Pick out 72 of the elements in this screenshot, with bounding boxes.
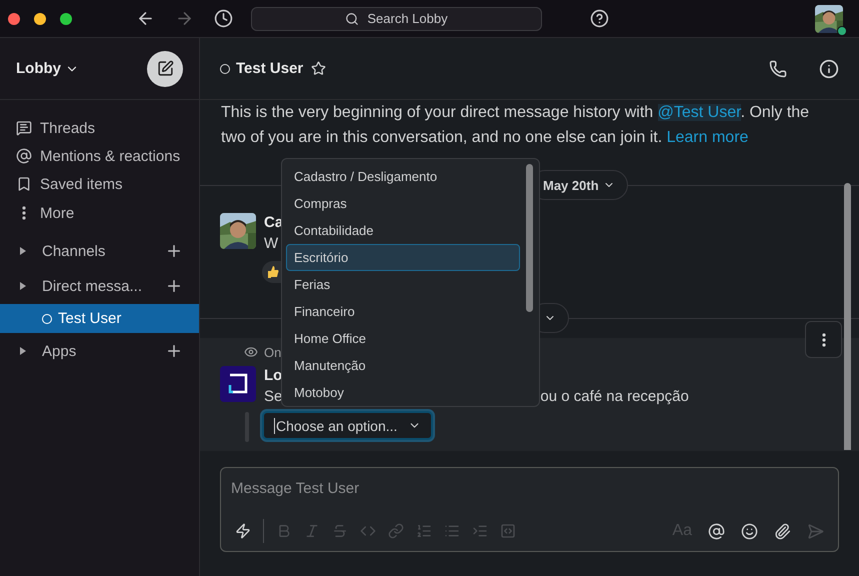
option-select[interactable]: Choose an option... (262, 411, 433, 440)
thumbs-up-icon (267, 266, 279, 278)
help-button[interactable] (590, 9, 609, 28)
paperclip-icon (774, 522, 791, 540)
menu-scrollbar[interactable] (526, 164, 533, 312)
phone-icon (769, 60, 787, 78)
scrollbar[interactable] (844, 183, 851, 450)
learn-more-link[interactable]: Learn more (666, 129, 748, 146)
lightning-icon (235, 523, 251, 539)
star-button[interactable] (311, 61, 326, 76)
send-icon (807, 522, 824, 540)
menu-option[interactable]: Contabilidade (286, 217, 520, 244)
smiley-icon (741, 522, 758, 540)
clock-icon (214, 9, 233, 28)
sidebar-item[interactable]: Saved items (0, 170, 199, 198)
menu-option[interactable]: Motoboy (286, 379, 520, 406)
add-icon[interactable] (165, 342, 183, 360)
sidebar-section[interactable]: Direct messa... (0, 270, 199, 302)
search-field[interactable]: Search Lobby (251, 6, 542, 30)
search-placeholder: Search Lobby (367, 11, 448, 26)
vertical-dots-icon (822, 332, 826, 346)
at-sign-icon (708, 522, 725, 540)
add-icon[interactable] (165, 242, 183, 260)
link-icon (388, 523, 404, 539)
window-control-icon[interactable] (34, 12, 46, 24)
indent-icon (472, 523, 488, 539)
italic-icon (304, 523, 320, 539)
user-mention[interactable]: @Test User (658, 104, 741, 121)
channel-title[interactable]: Test User (236, 60, 304, 77)
at-sign-icon (16, 148, 32, 164)
sidebar-item[interactable]: Test User (0, 304, 199, 333)
call-button[interactable] (769, 60, 787, 78)
star-icon (311, 61, 326, 76)
add-icon[interactable] (165, 277, 183, 295)
eye-icon (244, 345, 258, 359)
compose-button[interactable] (147, 50, 183, 86)
message-text: W (264, 234, 280, 254)
pencil-square-icon (156, 60, 174, 77)
message-input[interactable]: Message Test User (221, 468, 838, 497)
menu-option[interactable]: Compras (286, 190, 520, 217)
search-icon (345, 12, 360, 26)
menu-option[interactable]: Financeiro (286, 298, 520, 325)
bookmark-icon (16, 176, 32, 192)
menu-option[interactable]: Ferias (286, 271, 520, 298)
sidebar-section[interactable]: Channels (0, 236, 199, 266)
bulleted-list-icon (444, 523, 460, 539)
speech-bubble-icon (16, 120, 32, 136)
menu-option[interactable]: Manutenção (286, 352, 520, 379)
history-button[interactable] (214, 9, 233, 28)
intro-text: This is the very beginning of your direct message history with @Test User. Only the two of you are in this conversation, and no one else can join it. Learn more (220, 103, 810, 148)
numbered-list-icon (416, 523, 432, 539)
message-text: Se (264, 387, 282, 407)
info-icon (819, 58, 839, 78)
app-logo-icon (227, 373, 249, 395)
visibility-note: On (264, 344, 282, 360)
code-block-icon (500, 523, 516, 539)
menu-option[interactable]: Escritório (286, 244, 520, 271)
window-control-icon[interactable] (60, 12, 72, 24)
app-avatar[interactable] (220, 366, 256, 402)
question-mark-icon (590, 9, 609, 28)
menu-option[interactable]: Home Office (286, 325, 520, 352)
window-control-icon[interactable] (8, 12, 20, 24)
sidebar-section[interactable]: Apps (0, 335, 199, 367)
menu-option[interactable]: Cadastro / Desligamento (286, 163, 520, 190)
workspace-menu[interactable]: Lobby (16, 60, 79, 77)
vertical-dots-icon (22, 206, 26, 220)
sidebar-item[interactable]: Mentions & reactions (0, 142, 199, 170)
message-text: ou o café na recepção (540, 387, 689, 407)
strikethrough-icon (332, 523, 348, 539)
sidebar-item[interactable]: Threads (0, 114, 199, 142)
sidebar-item[interactable]: More (0, 198, 199, 228)
info-button[interactable] (819, 58, 839, 78)
